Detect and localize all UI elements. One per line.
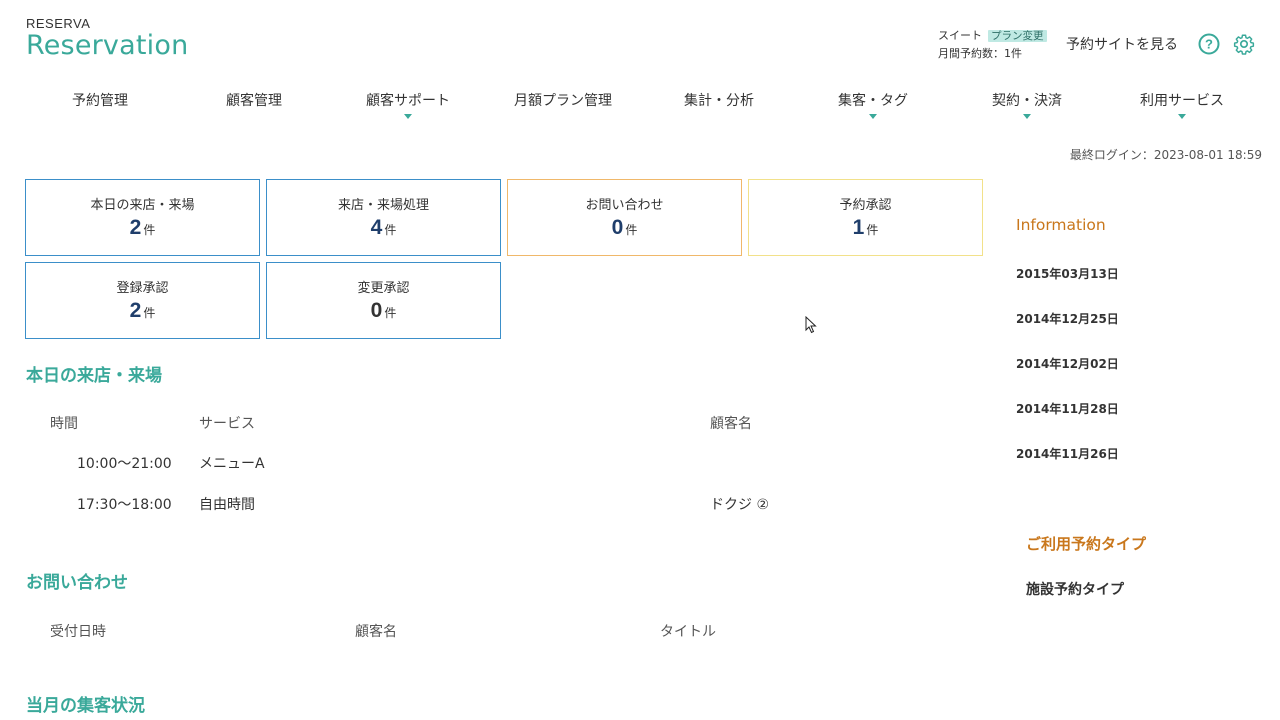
plan-info: スイート プラン変更 月間予約数：1件 xyxy=(938,27,1047,62)
nav-label: 集客・タグ xyxy=(838,93,908,109)
nav-label: 利用サービス xyxy=(1140,93,1224,109)
nav-customer-management[interactable]: 顧客管理 xyxy=(226,90,282,110)
svg-text:?: ? xyxy=(1205,37,1213,52)
column-header-subject: タイトル xyxy=(660,624,716,640)
view-booking-site-link[interactable]: 予約サイトを見る xyxy=(1066,34,1178,54)
nav-marketing-tags[interactable]: 集客・タグ xyxy=(838,90,908,119)
nav-contract-payment[interactable]: 契約・決済 xyxy=(992,90,1062,119)
reservation-type-value: 施設予約タイプ xyxy=(1026,582,1124,598)
card-label: 来店・来場処理 xyxy=(337,198,429,213)
main-nav: 予約管理 顧客管理 顧客サポート 月額プラン管理 集計・分析 集客・タグ 契約・… xyxy=(26,90,1254,122)
column-header-customer: 顧客名 xyxy=(355,624,397,640)
section-title-today-visits: 本日の来店・来場 xyxy=(26,366,162,386)
nav-services[interactable]: 利用サービス xyxy=(1140,90,1224,119)
card-value: 0件 xyxy=(370,299,397,322)
visit-customer[interactable]: ドクジ ② xyxy=(710,494,769,514)
visit-service[interactable]: メニューA xyxy=(199,453,265,473)
column-header-time: 時間 xyxy=(50,416,78,432)
nav-label: 予約管理 xyxy=(72,93,128,109)
information-item[interactable]: 2014年12月25日 xyxy=(1016,310,1119,327)
card-reservation-approval[interactable]: 予約承認 1件 xyxy=(748,179,983,256)
nav-label: 月額プラン管理 xyxy=(514,93,612,109)
nav-label: 契約・決済 xyxy=(992,93,1062,109)
information-item[interactable]: 2014年12月02日 xyxy=(1016,355,1119,372)
information-item[interactable]: 2014年11月28日 xyxy=(1016,400,1119,417)
logo[interactable]: RESERVA Reservation xyxy=(26,16,188,61)
information-item[interactable]: 2014年11月26日 xyxy=(1016,445,1119,462)
gear-icon[interactable] xyxy=(1233,33,1255,55)
plan-change-button[interactable]: プラン変更 xyxy=(988,30,1047,42)
card-label: 登録承認 xyxy=(116,281,169,296)
card-visit-processing[interactable]: 来店・来場処理 4件 xyxy=(266,179,501,256)
last-login: 最終ログイン：2023-08-01 18:59 xyxy=(1069,148,1262,162)
card-registration-approval[interactable]: 登録承認 2件 xyxy=(25,262,260,339)
help-icon[interactable]: ? xyxy=(1198,33,1220,55)
logo-text: Reservation xyxy=(26,30,189,61)
nav-reservation-management[interactable]: 予約管理 xyxy=(72,90,128,110)
information-item[interactable]: 2015年03月13日 xyxy=(1016,265,1119,282)
visit-service[interactable]: 自由時間 xyxy=(199,494,255,514)
card-label: お問い合わせ xyxy=(585,198,664,213)
card-value: 4件 xyxy=(370,216,397,239)
card-value: 2件 xyxy=(129,299,156,322)
card-label: 変更承認 xyxy=(357,281,410,296)
nav-monthly-plan[interactable]: 月額プラン管理 xyxy=(514,90,612,110)
mouse-cursor-icon xyxy=(805,316,817,334)
column-header-customer: 顧客名 xyxy=(710,416,752,432)
nav-label: 集計・分析 xyxy=(684,93,754,109)
chevron-down-icon xyxy=(869,114,877,119)
chevron-down-icon xyxy=(1178,114,1186,119)
card-today-visits[interactable]: 本日の来店・来場 2件 xyxy=(25,179,260,256)
column-header-service: サービス xyxy=(199,416,255,432)
column-header-received: 受付日時 xyxy=(50,624,106,640)
information-title: Information xyxy=(1016,216,1106,234)
card-value: 2件 xyxy=(129,216,156,239)
visit-time: 17:30～18:00 xyxy=(77,497,172,513)
logo-small-text: RESERVA xyxy=(26,16,91,31)
section-title-inquiries: お問い合わせ xyxy=(26,573,128,593)
plan-name: スイート xyxy=(938,29,982,42)
card-label: 予約承認 xyxy=(839,198,892,213)
reservation-type-title: ご利用予約タイプ xyxy=(1026,535,1147,553)
visit-time: 10:00～21:00 xyxy=(77,456,172,472)
monthly-reservation-count: 月間予約数：1件 xyxy=(938,47,1022,60)
section-title-monthly: 当月の集客状況 xyxy=(26,696,145,716)
card-value: 0件 xyxy=(611,216,638,239)
card-inquiries[interactable]: お問い合わせ 0件 xyxy=(507,179,742,256)
nav-label: 顧客管理 xyxy=(226,93,282,109)
chevron-down-icon xyxy=(404,114,412,119)
chevron-down-icon xyxy=(1023,114,1031,119)
card-label: 本日の来店・来場 xyxy=(90,198,195,213)
card-change-approval[interactable]: 変更承認 0件 xyxy=(266,262,501,339)
nav-label: 顧客サポート xyxy=(366,93,450,109)
nav-analytics[interactable]: 集計・分析 xyxy=(684,90,754,110)
card-value: 1件 xyxy=(852,216,879,239)
nav-customer-support[interactable]: 顧客サポート xyxy=(366,90,450,119)
